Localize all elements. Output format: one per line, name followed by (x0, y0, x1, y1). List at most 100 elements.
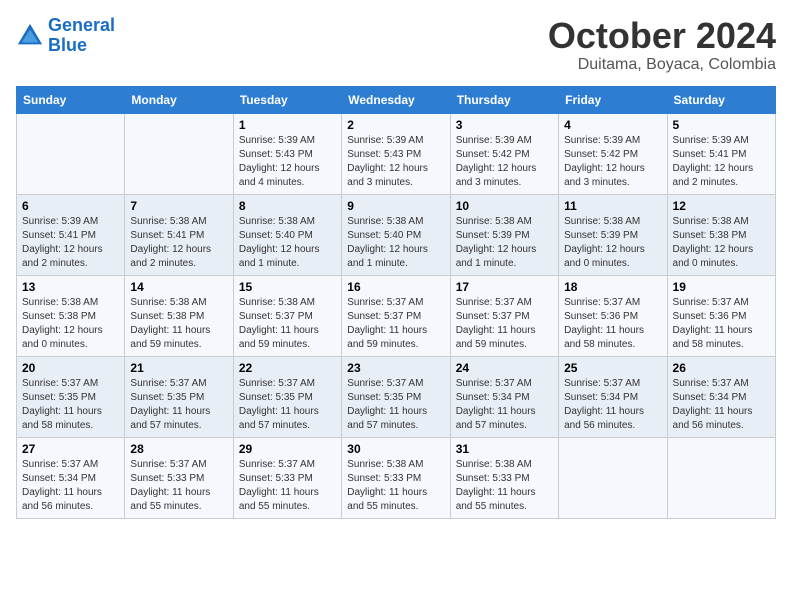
calendar-day-cell: 26 Sunrise: 5:37 AM Sunset: 5:34 PM Dayli… (667, 356, 775, 437)
calendar-day-cell: 29 Sunrise: 5:37 AM Sunset: 5:33 PM Dayli… (233, 437, 341, 518)
logo-icon (16, 22, 44, 50)
day-info: Sunrise: 5:37 AM Sunset: 5:37 PM Dayligh… (347, 296, 444, 352)
day-info: Sunrise: 5:37 AM Sunset: 5:36 PM Dayligh… (673, 296, 770, 352)
day-info: Sunrise: 5:38 AM Sunset: 5:33 PM Dayligh… (456, 458, 553, 514)
calendar-day-cell: 25 Sunrise: 5:37 AM Sunset: 5:34 PM Dayli… (559, 356, 667, 437)
calendar-day-cell: 7 Sunrise: 5:38 AM Sunset: 5:41 PM Daylig… (125, 194, 233, 275)
day-number: 3 (456, 118, 553, 132)
day-number: 14 (130, 280, 227, 294)
weekday-header-cell: Thursday (450, 86, 558, 113)
calendar-week-row: 20Sunrise: 5:37 AM Sunset: 5:35 PM Dayli… (17, 356, 776, 437)
day-info: Sunrise: 5:37 AM Sunset: 5:35 PM Dayligh… (22, 377, 119, 433)
weekday-header-cell: Tuesday (233, 86, 341, 113)
day-number: 11 (564, 199, 661, 213)
calendar-day-cell: 22 Sunrise: 5:37 AM Sunset: 5:35 PM Dayli… (233, 356, 341, 437)
calendar-week-row: 6Sunrise: 5:39 AM Sunset: 5:41 PM Daylig… (17, 194, 776, 275)
day-info: Sunrise: 5:37 AM Sunset: 5:35 PM Dayligh… (239, 377, 336, 433)
calendar-day-cell: 5 Sunrise: 5:39 AM Sunset: 5:41 PM Daylig… (667, 113, 775, 194)
day-info: Sunrise: 5:37 AM Sunset: 5:35 PM Dayligh… (130, 377, 227, 433)
title-block: October 2024 Duitama, Boyaca, Colombia (548, 16, 776, 74)
day-number: 16 (347, 280, 444, 294)
day-info: Sunrise: 5:38 AM Sunset: 5:39 PM Dayligh… (564, 215, 661, 271)
weekday-header-cell: Sunday (17, 86, 125, 113)
day-number: 25 (564, 361, 661, 375)
day-info: Sunrise: 5:38 AM Sunset: 5:38 PM Dayligh… (130, 296, 227, 352)
calendar-day-cell: 20Sunrise: 5:37 AM Sunset: 5:35 PM Dayli… (17, 356, 125, 437)
calendar-day-cell: 23 Sunrise: 5:37 AM Sunset: 5:35 PM Dayli… (342, 356, 450, 437)
day-number: 22 (239, 361, 336, 375)
day-number: 7 (130, 199, 227, 213)
day-number: 1 (239, 118, 336, 132)
day-number: 9 (347, 199, 444, 213)
day-number: 5 (673, 118, 770, 132)
main-title: October 2024 (548, 16, 776, 56)
calendar-day-cell (17, 113, 125, 194)
day-number: 23 (347, 361, 444, 375)
calendar-day-cell: 24 Sunrise: 5:37 AM Sunset: 5:34 PM Dayli… (450, 356, 558, 437)
day-info: Sunrise: 5:39 AM Sunset: 5:42 PM Dayligh… (456, 134, 553, 190)
calendar-day-cell: 3 Sunrise: 5:39 AM Sunset: 5:42 PM Daylig… (450, 113, 558, 194)
day-info: Sunrise: 5:37 AM Sunset: 5:37 PM Dayligh… (456, 296, 553, 352)
day-info: Sunrise: 5:39 AM Sunset: 5:41 PM Dayligh… (22, 215, 119, 271)
day-number: 21 (130, 361, 227, 375)
day-number: 29 (239, 442, 336, 456)
calendar-day-cell: 11 Sunrise: 5:38 AM Sunset: 5:39 PM Dayli… (559, 194, 667, 275)
calendar-day-cell: 4 Sunrise: 5:39 AM Sunset: 5:42 PM Daylig… (559, 113, 667, 194)
calendar-day-cell: 13 Sunrise: 5:38 AM Sunset: 5:38 PM Dayli… (17, 275, 125, 356)
day-info: Sunrise: 5:39 AM Sunset: 5:41 PM Dayligh… (673, 134, 770, 190)
day-info: Sunrise: 5:38 AM Sunset: 5:41 PM Dayligh… (130, 215, 227, 271)
calendar-day-cell: 27Sunrise: 5:37 AM Sunset: 5:34 PM Dayli… (17, 437, 125, 518)
day-info: Sunrise: 5:37 AM Sunset: 5:34 PM Dayligh… (456, 377, 553, 433)
day-info: Sunrise: 5:37 AM Sunset: 5:33 PM Dayligh… (130, 458, 227, 514)
day-number: 4 (564, 118, 661, 132)
calendar-day-cell: 31 Sunrise: 5:38 AM Sunset: 5:33 PM Dayli… (450, 437, 558, 518)
day-number: 26 (673, 361, 770, 375)
weekday-header-cell: Saturday (667, 86, 775, 113)
weekday-header-row: SundayMondayTuesdayWednesdayThursdayFrid… (17, 86, 776, 113)
day-info: Sunrise: 5:38 AM Sunset: 5:38 PM Dayligh… (673, 215, 770, 271)
day-number: 19 (673, 280, 770, 294)
calendar-day-cell: 2 Sunrise: 5:39 AM Sunset: 5:43 PM Daylig… (342, 113, 450, 194)
calendar-day-cell: 21 Sunrise: 5:37 AM Sunset: 5:35 PM Dayli… (125, 356, 233, 437)
calendar-day-cell: 9 Sunrise: 5:38 AM Sunset: 5:40 PM Daylig… (342, 194, 450, 275)
calendar-week-row: 13 Sunrise: 5:38 AM Sunset: 5:38 PM Dayli… (17, 275, 776, 356)
day-info: Sunrise: 5:38 AM Sunset: 5:40 PM Dayligh… (347, 215, 444, 271)
logo: General Blue (16, 16, 115, 56)
subtitle: Duitama, Boyaca, Colombia (548, 56, 776, 74)
day-info: Sunrise: 5:38 AM Sunset: 5:39 PM Dayligh… (456, 215, 553, 271)
calendar-day-cell (667, 437, 775, 518)
day-number: 10 (456, 199, 553, 213)
calendar-day-cell: 1 Sunrise: 5:39 AM Sunset: 5:43 PM Daylig… (233, 113, 341, 194)
day-info: Sunrise: 5:37 AM Sunset: 5:34 PM Dayligh… (564, 377, 661, 433)
day-info: Sunrise: 5:38 AM Sunset: 5:38 PM Dayligh… (22, 296, 119, 352)
logo-text: General Blue (48, 16, 115, 56)
day-info: Sunrise: 5:38 AM Sunset: 5:33 PM Dayligh… (347, 458, 444, 514)
day-info: Sunrise: 5:39 AM Sunset: 5:43 PM Dayligh… (239, 134, 336, 190)
day-number: 8 (239, 199, 336, 213)
calendar-day-cell: 8Sunrise: 5:38 AM Sunset: 5:40 PM Daylig… (233, 194, 341, 275)
weekday-header-cell: Wednesday (342, 86, 450, 113)
calendar-day-cell: 15Sunrise: 5:38 AM Sunset: 5:37 PM Dayli… (233, 275, 341, 356)
day-info: Sunrise: 5:38 AM Sunset: 5:37 PM Dayligh… (239, 296, 336, 352)
weekday-header-cell: Monday (125, 86, 233, 113)
calendar-body: 1 Sunrise: 5:39 AM Sunset: 5:43 PM Daylig… (17, 113, 776, 518)
day-number: 17 (456, 280, 553, 294)
day-info: Sunrise: 5:37 AM Sunset: 5:34 PM Dayligh… (673, 377, 770, 433)
day-info: Sunrise: 5:37 AM Sunset: 5:33 PM Dayligh… (239, 458, 336, 514)
calendar-day-cell: 16 Sunrise: 5:37 AM Sunset: 5:37 PM Dayli… (342, 275, 450, 356)
day-info: Sunrise: 5:39 AM Sunset: 5:43 PM Dayligh… (347, 134, 444, 190)
day-info: Sunrise: 5:37 AM Sunset: 5:36 PM Dayligh… (564, 296, 661, 352)
day-number: 31 (456, 442, 553, 456)
day-number: 24 (456, 361, 553, 375)
page-header: General Blue October 2024 Duitama, Boyac… (16, 16, 776, 74)
day-number: 28 (130, 442, 227, 456)
day-number: 2 (347, 118, 444, 132)
day-number: 13 (22, 280, 119, 294)
day-info: Sunrise: 5:39 AM Sunset: 5:42 PM Dayligh… (564, 134, 661, 190)
calendar-day-cell: 30Sunrise: 5:38 AM Sunset: 5:33 PM Dayli… (342, 437, 450, 518)
day-number: 27 (22, 442, 119, 456)
calendar-day-cell: 28 Sunrise: 5:37 AM Sunset: 5:33 PM Dayli… (125, 437, 233, 518)
day-info: Sunrise: 5:37 AM Sunset: 5:35 PM Dayligh… (347, 377, 444, 433)
calendar-week-row: 1 Sunrise: 5:39 AM Sunset: 5:43 PM Daylig… (17, 113, 776, 194)
calendar-day-cell: 14 Sunrise: 5:38 AM Sunset: 5:38 PM Dayli… (125, 275, 233, 356)
